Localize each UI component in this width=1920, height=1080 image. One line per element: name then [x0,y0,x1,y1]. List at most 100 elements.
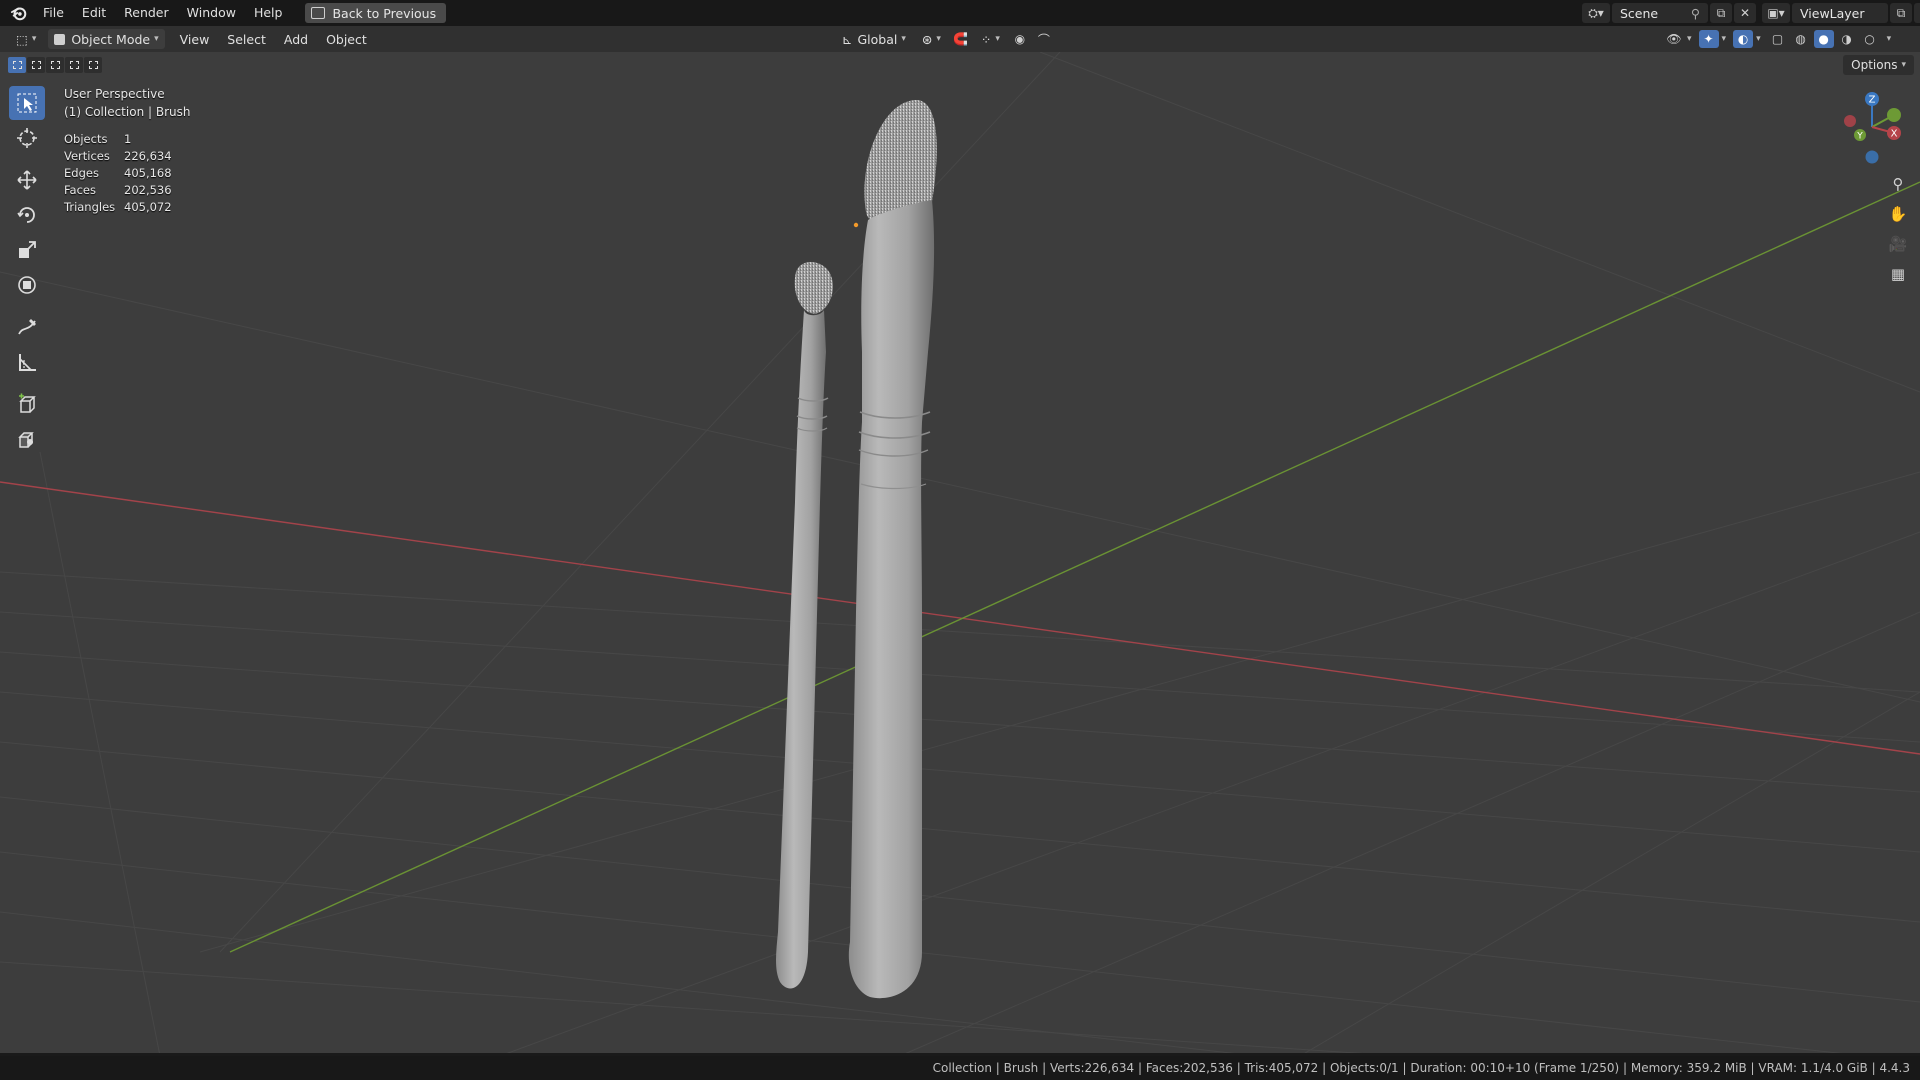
object-mode-icon [54,33,66,45]
svg-text:Y: Y [1856,132,1863,142]
select-extend-mode-icon[interactable] [27,57,45,73]
crosshair-icon [17,128,37,148]
viewport-scene [0,52,1920,1056]
visibility-icon[interactable]: 👁 [1664,30,1684,48]
stat-row: Faces 202,536 [64,183,172,197]
options-label: Options [1851,58,1898,72]
gizmo-x-negative[interactable] [1844,115,1856,127]
viewlayer-selector: ▣▾ ViewLayer ⧉ ✕ [1762,3,1920,23]
viewport-info: User Perspective (1) Collection | Brush [64,85,190,121]
pencil-icon [18,319,36,335]
stat-row: Vertices 226,634 [64,149,172,163]
grid-floor [0,52,1920,1056]
scale-tool[interactable] [9,233,45,267]
transform-icon [18,276,36,294]
new-viewlayer-icon[interactable]: ⧉ [1890,3,1912,23]
options-dropdown[interactable]: Options ▾ [1843,55,1914,75]
scene-statistics: Objects 1 Vertices 226,634 Edges 405,168 Fa… [64,131,172,216]
menu-render[interactable]: Render [115,0,178,26]
rotate-tool[interactable] [9,198,45,232]
gizmo-y-negative[interactable] [1887,108,1901,122]
overlays-toggle-icon[interactable]: ◐ [1733,30,1754,48]
navigation-gizmo[interactable]: Z X Y [1832,87,1912,167]
small-brush-mesh [776,262,833,989]
measure-tool[interactable] [9,345,45,379]
rotate-icon [17,207,35,223]
stat-row: Triangles 405,072 [64,200,172,214]
top-menu-bar: File Edit Render Window Help Back to Pre… [0,0,1920,26]
menu-edit[interactable]: Edit [73,0,115,26]
gizmo-toggle-icon[interactable]: ✦ [1698,30,1719,48]
pin-icon[interactable]: ⚲ [1691,6,1700,21]
pivot-icon: ⊛ [921,31,933,47]
add-object-tool[interactable] [9,422,45,456]
camera-icon[interactable]: 🎥 [1885,232,1911,256]
select-invert-mode-icon[interactable] [65,57,83,73]
pivot-dropdown[interactable]: ⊛ ▾ [916,29,947,49]
back-to-previous-button[interactable]: Back to Previous [305,3,447,23]
zoom-icon[interactable]: ⚲ [1885,172,1911,196]
select-subtract-mode-icon[interactable] [46,57,64,73]
add-cube-icon [19,393,36,413]
object-origin-dot [853,222,859,228]
menu-help[interactable]: Help [245,0,292,26]
scene-type-icon[interactable]: ⛭▾ [1582,3,1610,23]
snap-toggle-icon[interactable]: 🧲 [951,30,971,48]
rendered-shading-icon[interactable]: ○ [1860,30,1880,48]
select-box-tool[interactable] [9,86,45,120]
solid-shading-icon[interactable]: ● [1813,30,1834,48]
menu-object[interactable]: Object [317,32,376,47]
scene-name-field[interactable]: Scene ⚲ [1612,3,1708,23]
falloff-icon[interactable]: ⌒ [1034,30,1054,48]
status-text: Collection | Brush | Verts:226,634 | Fac… [932,1061,1910,1075]
status-bar: Collection | Brush | Verts:226,634 | Fac… [0,1056,1920,1080]
viewport-header: ⬚ ▾ Object Mode ▾ View Select Add Object ⊾… [0,26,1920,52]
navigation-buttons: ⚲ ✋ 🎥 ▦ [1885,172,1911,286]
large-brush-mesh [848,99,937,999]
pan-hand-icon[interactable]: ✋ [1885,202,1911,226]
annotate-tool[interactable] [9,310,45,344]
3d-cursor-tool[interactable] [9,121,45,155]
mode-label: Object Mode [71,31,151,47]
stat-row: Objects 1 [64,132,132,146]
3d-viewport[interactable]: User Perspective (1) Collection | Brush … [0,52,1920,1056]
editor-type-button[interactable]: ⬚ ▾ [10,29,42,49]
viewlayer-name: ViewLayer [1800,5,1865,21]
delete-scene-icon[interactable]: ✕ [1734,3,1756,23]
menu-view[interactable]: View [171,32,219,47]
new-scene-icon[interactable]: ⧉ [1710,3,1732,23]
active-collection-label: (1) Collection | Brush [64,105,191,119]
screen-icon [311,7,326,19]
menu-add[interactable]: Add [275,32,317,47]
orientation-icon: ⊾ [842,31,853,47]
scene-selector: ⛭▾ Scene ⚲ ⧉ ✕ [1582,3,1756,23]
scene-name: Scene [1620,5,1659,21]
ruler-icon [19,354,36,371]
select-new-mode-icon[interactable] [8,57,26,73]
move-tool[interactable] [9,163,45,197]
gizmo-z-negative[interactable] [1865,150,1879,164]
grid-perspective-icon[interactable]: ▦ [1885,262,1911,286]
orientation-dropdown[interactable]: ⊾ Global ▾ [836,29,912,49]
viewlayer-type-icon[interactable]: ▣▾ [1762,3,1790,23]
menu-window[interactable]: Window [178,0,245,26]
snap-grid-icon: ⁘ [980,31,992,47]
y-axis-line [229,181,1920,953]
tool-shelf [8,86,46,457]
xray-toggle-icon[interactable]: ▢ [1768,30,1788,48]
add-object-icon [18,432,34,448]
viewlayer-name-field[interactable]: ViewLayer [1792,3,1888,23]
blender-logo-icon[interactable] [10,4,28,22]
transform-tool[interactable] [9,268,45,302]
select-intersect-mode-icon[interactable] [84,57,102,73]
snap-target-dropdown[interactable]: ⁘ ▾ [975,29,1006,49]
menu-file[interactable]: File [34,0,73,26]
mode-dropdown[interactable]: Object Mode ▾ [48,29,165,49]
cursor-arrow-icon [17,93,37,113]
proportional-edit-icon[interactable]: ◉ [1010,30,1030,48]
delete-viewlayer-icon[interactable]: ✕ [1914,3,1920,23]
menu-select[interactable]: Select [218,32,275,47]
add-cube-tool[interactable] [9,387,45,421]
material-shading-icon[interactable]: ◑ [1837,30,1857,48]
wireframe-shading-icon[interactable]: ◍ [1791,30,1811,48]
